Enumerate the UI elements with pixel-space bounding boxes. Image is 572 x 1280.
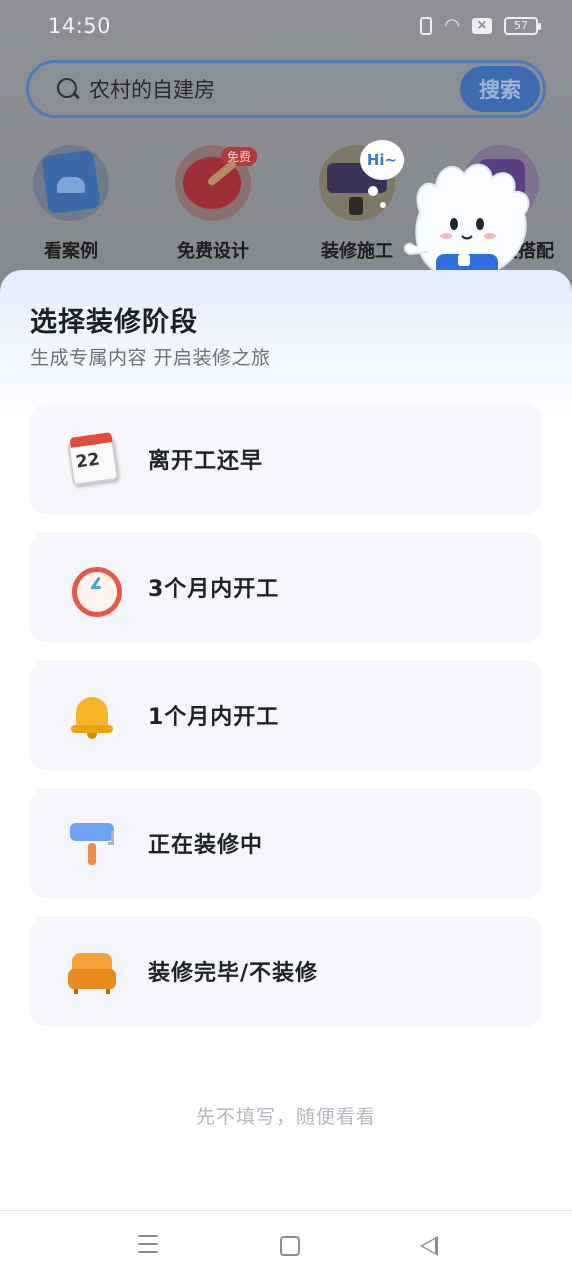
battery-icon: 57 (504, 17, 541, 35)
nav-label: 装修施工 (321, 241, 393, 262)
calendar-icon (64, 431, 120, 487)
sheet-title: 选择装修阶段 (30, 307, 198, 338)
search-bar[interactable]: 农村的自建房 搜索 (26, 60, 546, 118)
menu-icon[interactable] (138, 1235, 162, 1257)
paint-roller-icon (64, 815, 120, 871)
status-time: 14:50 (48, 14, 112, 38)
search-icon (57, 78, 79, 100)
option-label: 3个月内开工 (148, 577, 280, 602)
status-icons: ◠ × 57 (420, 15, 541, 36)
search-input[interactable]: 农村的自建房 (89, 74, 460, 104)
sofa-icon (64, 943, 120, 999)
nav-item-cases[interactable]: 看案例 (16, 145, 126, 263)
option-finished[interactable]: 装修完毕/不装修 (30, 916, 542, 1026)
photo-icon (33, 145, 109, 221)
option-renovating[interactable]: 正在装修中 (30, 788, 542, 898)
bubble-dot (380, 202, 386, 208)
option-within-1-month[interactable]: 1个月内开工 (30, 660, 542, 770)
back-icon[interactable] (420, 1236, 438, 1256)
bell-icon (64, 687, 120, 743)
nav-item-free-design[interactable]: 免费 免费设计 (158, 145, 268, 263)
sheet-subtitle: 生成专属内容 开启装修之旅 (30, 347, 271, 369)
option-label: 离开工还早 (148, 449, 264, 474)
home-icon[interactable] (280, 1236, 300, 1256)
bubble-dot (368, 186, 378, 196)
wifi-icon: ◠ (444, 15, 460, 36)
stage-selection-sheet: 选择装修阶段 生成专属内容 开启装修之旅 离开工还早 3个月内开工 1个月内开工… (0, 270, 572, 1210)
status-bar: 14:50 ◠ × 57 (0, 0, 572, 52)
vibrate-icon (420, 17, 433, 35)
option-not-soon[interactable]: 离开工还早 (30, 404, 542, 514)
system-nav-bar (0, 1210, 572, 1280)
free-badge: 免费 (220, 147, 257, 166)
option-within-3-months[interactable]: 3个月内开工 (30, 532, 542, 642)
search-button[interactable]: 搜索 (460, 66, 540, 112)
palette-icon: 免费 (175, 145, 257, 221)
nav-label: 免费设计 (177, 241, 249, 262)
option-label: 装修完毕/不装修 (148, 961, 319, 986)
option-label: 正在装修中 (148, 833, 264, 858)
skip-link[interactable]: 先不填写，随便看看 (0, 1102, 572, 1129)
mascot-glove-icon (404, 163, 530, 280)
clock-icon (64, 559, 122, 617)
stage-options: 离开工还早 3个月内开工 1个月内开工 正在装修中 装修完毕/不装修 (30, 404, 542, 1044)
nav-label: 看案例 (44, 241, 98, 262)
option-label: 1个月内开工 (148, 705, 280, 730)
no-sim-icon: × (472, 18, 492, 34)
